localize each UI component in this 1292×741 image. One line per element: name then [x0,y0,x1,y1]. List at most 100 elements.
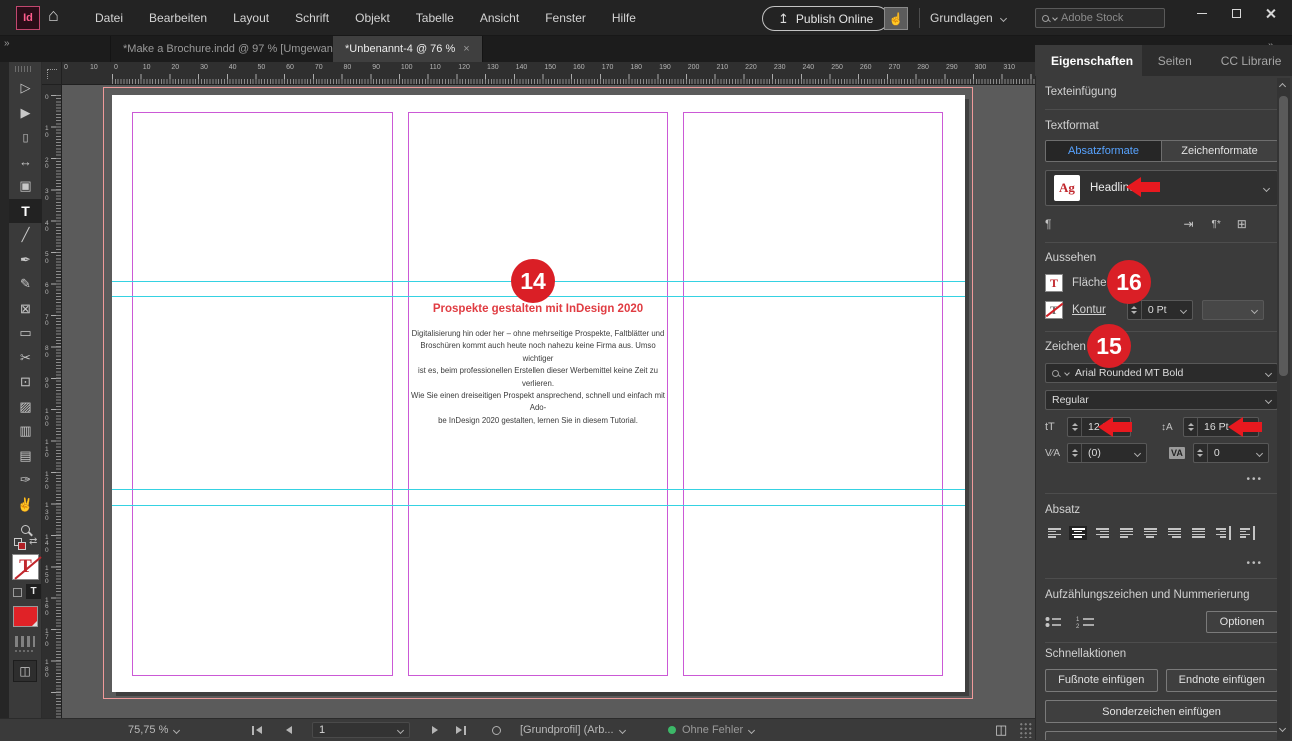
first-page-button[interactable] [252,719,262,741]
search-input[interactable] [1061,12,1141,24]
pencil-tool[interactable]: ✎ [9,272,42,297]
vertical-ruler[interactable]: 0102030405060708090100110120130140150160… [42,85,62,718]
stepper[interactable] [1068,418,1082,436]
menu-item[interactable]: Layout [220,0,282,36]
scissors-tool[interactable]: ✂ [9,346,42,371]
menu-item[interactable]: Bearbeiten [136,0,220,36]
pasteboard[interactable]: Prospekte gestalten mit InDesign 2020 Di… [62,85,1035,718]
maximize-button[interactable] [1222,4,1250,22]
scroll-up-icon[interactable] [1279,83,1286,90]
panel-scrollbar[interactable] [1277,78,1290,740]
preflight-icon[interactable] [492,719,501,741]
minimize-button[interactable] [1188,4,1216,22]
menu-item[interactable]: Fenster [532,0,599,36]
stroke-weight-field[interactable]: 0 Pt [1127,300,1193,320]
next-page-button[interactable] [432,719,438,741]
redefine-style-icon[interactable]: ¶* [1212,219,1221,230]
rectangle-tool[interactable]: ▭ [9,321,42,346]
swap-fill-stroke-icon[interactable]: ⇄ [29,536,37,547]
more-options-icon[interactable]: ••• [1246,558,1263,569]
publish-online-button[interactable]: ↥ Publish Online [762,6,889,31]
align-left-button[interactable] [1045,526,1063,540]
stepper[interactable] [1068,444,1082,462]
justify-last-left-button[interactable] [1117,526,1135,540]
sonderzeichen-button[interactable]: Sonderzeichen einfügen [1045,700,1277,723]
tab-seiten[interactable]: Seiten [1142,45,1205,76]
pen-tool[interactable]: ✒ [9,248,42,273]
menu-item[interactable]: Ansicht [467,0,532,36]
page-number-field[interactable]: 1 [312,719,410,741]
flaeche-label[interactable]: Fläche [1072,277,1107,289]
content-collector-tool[interactable]: ▣ [9,174,42,199]
page-tool[interactable]: ▯ [9,125,42,150]
screen-mode-button[interactable]: ◫ [13,660,37,682]
menu-item[interactable]: Hilfe [599,0,649,36]
home-icon[interactable]: ⌂ [48,5,59,26]
tracking-field[interactable]: 0 [1193,443,1269,463]
optionen-button[interactable]: Optionen [1206,611,1277,633]
absatzformate-tab[interactable]: Absatzformate [1046,141,1161,161]
zoom-level-control[interactable]: 75,75 % [128,719,179,741]
direct-selection-tool[interactable]: ▶ [9,101,42,126]
horizontal-ruler[interactable]: 010 010203040506070809010011012013014015… [62,62,1035,85]
brochure-headline[interactable]: Prospekte gestalten mit InDesign 2020 [408,303,668,315]
justify-last-right-button[interactable] [1165,526,1183,540]
justify-last-center-button[interactable] [1141,526,1159,540]
kontur-label[interactable]: Kontur [1072,304,1106,316]
spread-view-icon[interactable]: ◫ [995,719,1007,741]
toolbar-drag-handle[interactable] [15,66,33,72]
hand-tool[interactable]: ✌ [9,493,42,518]
chevron-down-icon[interactable] [1175,308,1192,313]
push-style-icon[interactable]: ⇥ [1183,217,1193,231]
document-page[interactable]: Prospekte gestalten mit InDesign 2020 Di… [112,95,965,692]
align-away-from-spine-button[interactable] [1237,526,1255,540]
error-status[interactable]: Ohne Fehler [668,719,754,741]
endnote-button[interactable]: Endnote einfügen [1166,669,1278,692]
more-options-icon[interactable]: ••• [1246,474,1263,485]
document-tab-unbenannt4[interactable]: *Unbenannt-4 @ 76 % × [333,36,483,62]
new-style-icon[interactable]: ⊞ [1237,217,1247,231]
default-fill-stroke-icon[interactable] [18,542,26,550]
eyedropper-tool[interactable]: ✑ [9,468,42,493]
stroke-color-icon[interactable]: T [1045,301,1063,319]
scrollbar-thumb[interactable] [1279,96,1288,376]
menu-item[interactable]: Datei [82,0,136,36]
brochure-body-text[interactable]: Digitalisierung hin oder her – ohne mehr… [410,328,666,427]
stepper[interactable] [1184,418,1198,436]
gap-tool[interactable]: ↔ [9,150,42,175]
apply-color-swatch[interactable] [13,606,38,627]
stroke-type-dropdown[interactable] [1202,300,1264,320]
paragraph-mark-icon[interactable]: ¶ [1045,217,1051,231]
formatting-affects-container-toggle[interactable] [13,588,22,597]
note-tool[interactable]: ▤ [9,444,42,469]
scroll-down-icon[interactable] [1279,725,1286,732]
line-tool[interactable]: ╱ [9,223,42,248]
selection-tool[interactable]: ▷ [9,76,42,101]
gradient-swatch-tool[interactable]: ▨ [9,395,42,420]
gradient-feather-tool[interactable]: ▥ [9,419,42,444]
kerning-field[interactable]: (0) [1067,443,1147,463]
tab-eigenschaften[interactable]: Eigenschaften [1035,45,1142,76]
cutoff-button[interactable] [1045,731,1277,740]
last-page-button[interactable] [456,719,466,741]
fill-color-icon[interactable]: T [1045,274,1063,292]
bullet-list-icon[interactable] [1045,615,1062,629]
stock-search[interactable] [1035,8,1165,28]
dock-collapse-icon[interactable]: » [4,38,9,49]
fill-color-indicator[interactable]: T [12,554,39,580]
workspace-switcher[interactable]: Grundlagen [930,0,1006,36]
formatting-affects-text-toggle[interactable]: T [26,584,41,599]
align-right-button[interactable] [1093,526,1111,540]
apply-gradient-icon[interactable] [15,636,35,647]
resize-grip[interactable] [1019,722,1033,738]
menu-item[interactable]: Schrift [282,0,342,36]
tab-close-icon[interactable]: × [463,43,469,55]
close-button[interactable] [1256,4,1284,22]
ruler-origin-corner[interactable] [42,62,62,85]
free-transform-tool[interactable]: ⊡ [9,370,42,395]
justify-all-button[interactable] [1189,526,1207,540]
tab-cc-libraries[interactable]: CC Librarie [1205,45,1292,76]
align-center-button[interactable] [1069,526,1087,540]
preflight-profile[interactable]: [Grundprofil] (Arb... [520,719,625,741]
font-style-dropdown[interactable]: Regular [1045,390,1277,410]
